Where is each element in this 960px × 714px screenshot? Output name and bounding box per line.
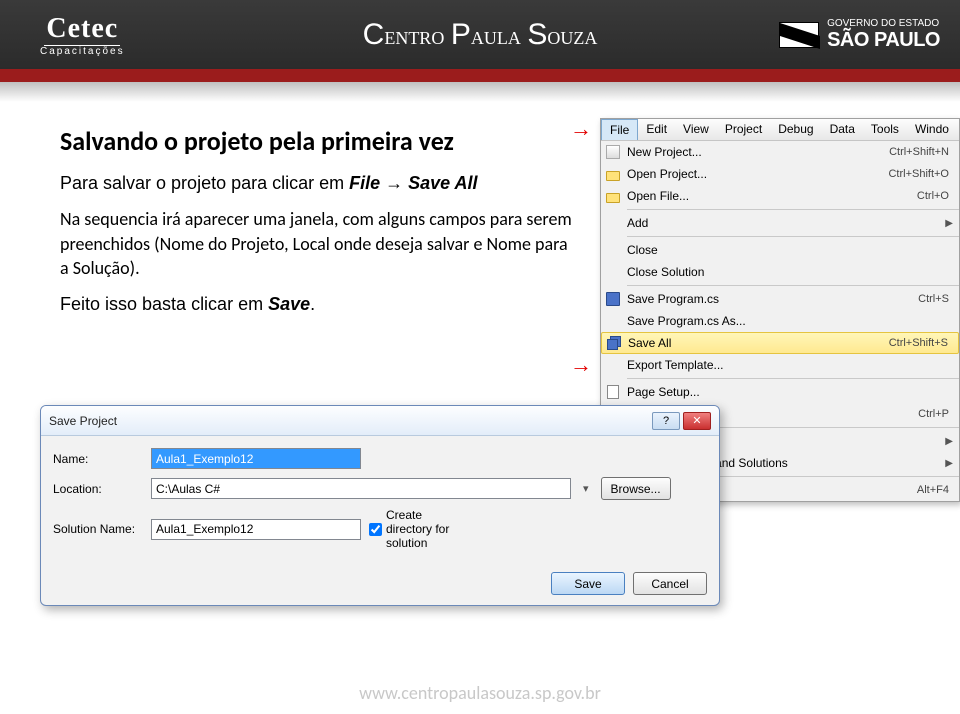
menu-item-label: Open Project... xyxy=(623,167,888,181)
open-icon xyxy=(603,190,623,203)
menu-item-add[interactable]: Add▶ xyxy=(601,212,959,234)
location-dropdown-icon[interactable]: ▾ xyxy=(579,482,593,495)
menu-item-label: Export Template... xyxy=(623,358,953,372)
menu-item-shortcut: Ctrl+P xyxy=(918,408,953,420)
menu-separator xyxy=(627,236,959,237)
arrow-saveall: → xyxy=(570,352,592,378)
menubar-item-data[interactable]: Data xyxy=(822,119,863,140)
location-field[interactable] xyxy=(151,478,571,499)
menubar-item-project[interactable]: Project xyxy=(717,119,770,140)
menu-separator xyxy=(627,378,959,379)
menu-item-label: Add xyxy=(623,216,945,230)
menu-item-shortcut: Ctrl+Shift+O xyxy=(888,168,953,180)
logo-sao-paulo: GOVERNO DO ESTADO SÃO PAULO xyxy=(779,18,940,51)
menu-item-page-setup-[interactable]: Page Setup... xyxy=(601,381,959,403)
menu-item-label: Close Solution xyxy=(623,265,953,279)
logo-cetec-sub: Capacitações xyxy=(40,46,125,57)
name-label: Name: xyxy=(53,452,143,466)
close-button[interactable]: ✕ xyxy=(683,412,711,430)
header-redbar xyxy=(0,72,960,82)
menu-item-export-template-[interactable]: Export Template... xyxy=(601,354,959,376)
slide-text: Salvando o projeto pela primeira vez Par… xyxy=(60,125,580,328)
menubar-item-file[interactable]: File xyxy=(601,119,638,140)
menu-item-shortcut: Ctrl+Shift+S xyxy=(889,337,952,349)
menubar-item-edit[interactable]: Edit xyxy=(638,119,675,140)
menubar-item-view[interactable]: View xyxy=(675,119,717,140)
browse-button[interactable]: Browse... xyxy=(601,477,671,500)
menu-item-label: Save All xyxy=(624,336,889,350)
submenu-arrow-icon: ▶ xyxy=(945,458,953,469)
menu-item-shortcut: Ctrl+O xyxy=(917,190,953,202)
menubar-item-debug[interactable]: Debug xyxy=(770,119,821,140)
menu-separator xyxy=(627,285,959,286)
menu-item-label: Page Setup... xyxy=(623,385,953,399)
menu-item-close-solution[interactable]: Close Solution xyxy=(601,261,959,283)
logo-cetec: Cetec Capacitações xyxy=(40,13,125,57)
menu-separator xyxy=(627,209,959,210)
para-1: Para salvar o projeto para clicar em Fil… xyxy=(60,171,580,195)
arrow-file: → xyxy=(570,116,592,142)
submenu-arrow-icon: ▶ xyxy=(945,218,953,229)
cancel-button[interactable]: Cancel xyxy=(633,572,707,595)
menu-item-label: Save Program.cs As... xyxy=(623,314,953,328)
header-shadow xyxy=(0,82,960,102)
menu-item-label: Save Program.cs xyxy=(623,292,918,306)
create-dir-checkbox[interactable] xyxy=(369,523,382,536)
sp-line2: SÃO PAULO xyxy=(827,29,940,51)
create-dir-option[interactable]: Create directory for solution xyxy=(369,508,459,550)
save-button[interactable]: Save xyxy=(551,572,625,595)
slide-title: Salvando o projeto pela primeira vez xyxy=(60,125,580,157)
menu-item-open-file-[interactable]: Open File...Ctrl+O xyxy=(601,185,959,207)
dialog-title: Save Project xyxy=(49,414,652,428)
disk-icon xyxy=(603,292,623,306)
name-field[interactable] xyxy=(151,448,361,469)
menu-item-shortcut: Alt+F4 xyxy=(917,484,953,496)
location-label: Location: xyxy=(53,482,143,496)
menu-item-new-project-[interactable]: New Project...Ctrl+Shift+N xyxy=(601,141,959,163)
solution-name-label: Solution Name: xyxy=(53,522,143,536)
logo-cps: Centro Paula Souza xyxy=(363,18,598,52)
save-project-dialog: Save Project ? ✕ Name: Location: ▾ Brows… xyxy=(40,405,720,606)
para-3: Feito isso basta clicar em Save. xyxy=(60,292,580,316)
logo-cetec-main: Cetec xyxy=(44,13,120,46)
menu-item-label: New Project... xyxy=(623,145,889,159)
page-icon xyxy=(603,385,623,399)
menu-item-label: Close xyxy=(623,243,953,257)
menu-item-shortcut: Ctrl+Shift+N xyxy=(889,146,953,158)
footer-url: www.centropaulasouza.sp.gov.br xyxy=(0,682,960,704)
menubar-item-windo[interactable]: Windo xyxy=(907,119,957,140)
new-icon xyxy=(603,145,623,159)
menubar: FileEditViewProjectDebugDataToolsWindo xyxy=(601,119,959,141)
help-button[interactable]: ? xyxy=(652,412,680,430)
disks-icon xyxy=(604,336,624,351)
menu-item-save-all[interactable]: Save AllCtrl+Shift+S xyxy=(601,332,959,354)
dialog-titlebar: Save Project ? ✕ xyxy=(41,406,719,436)
menu-item-label: Open File... xyxy=(623,189,917,203)
menu-item-save-program-cs-as-[interactable]: Save Program.cs As... xyxy=(601,310,959,332)
menu-item-save-program-cs[interactable]: Save Program.csCtrl+S xyxy=(601,288,959,310)
menu-item-shortcut: Ctrl+S xyxy=(918,293,953,305)
menu-item-close[interactable]: Close xyxy=(601,239,959,261)
submenu-arrow-icon: ▶ xyxy=(945,436,953,447)
menubar-item-tools[interactable]: Tools xyxy=(863,119,907,140)
flag-sp xyxy=(779,22,819,48)
slide-header: Cetec Capacitações Centro Paula Souza GO… xyxy=(0,0,960,72)
menu-item-open-project-[interactable]: Open Project...Ctrl+Shift+O xyxy=(601,163,959,185)
sp-line1: GOVERNO DO ESTADO xyxy=(827,18,940,29)
open-icon xyxy=(603,168,623,181)
para-2: Na sequencia irá aparecer uma janela, co… xyxy=(60,207,580,280)
solution-name-field[interactable] xyxy=(151,519,361,540)
create-dir-label: Create directory for solution xyxy=(386,508,459,550)
